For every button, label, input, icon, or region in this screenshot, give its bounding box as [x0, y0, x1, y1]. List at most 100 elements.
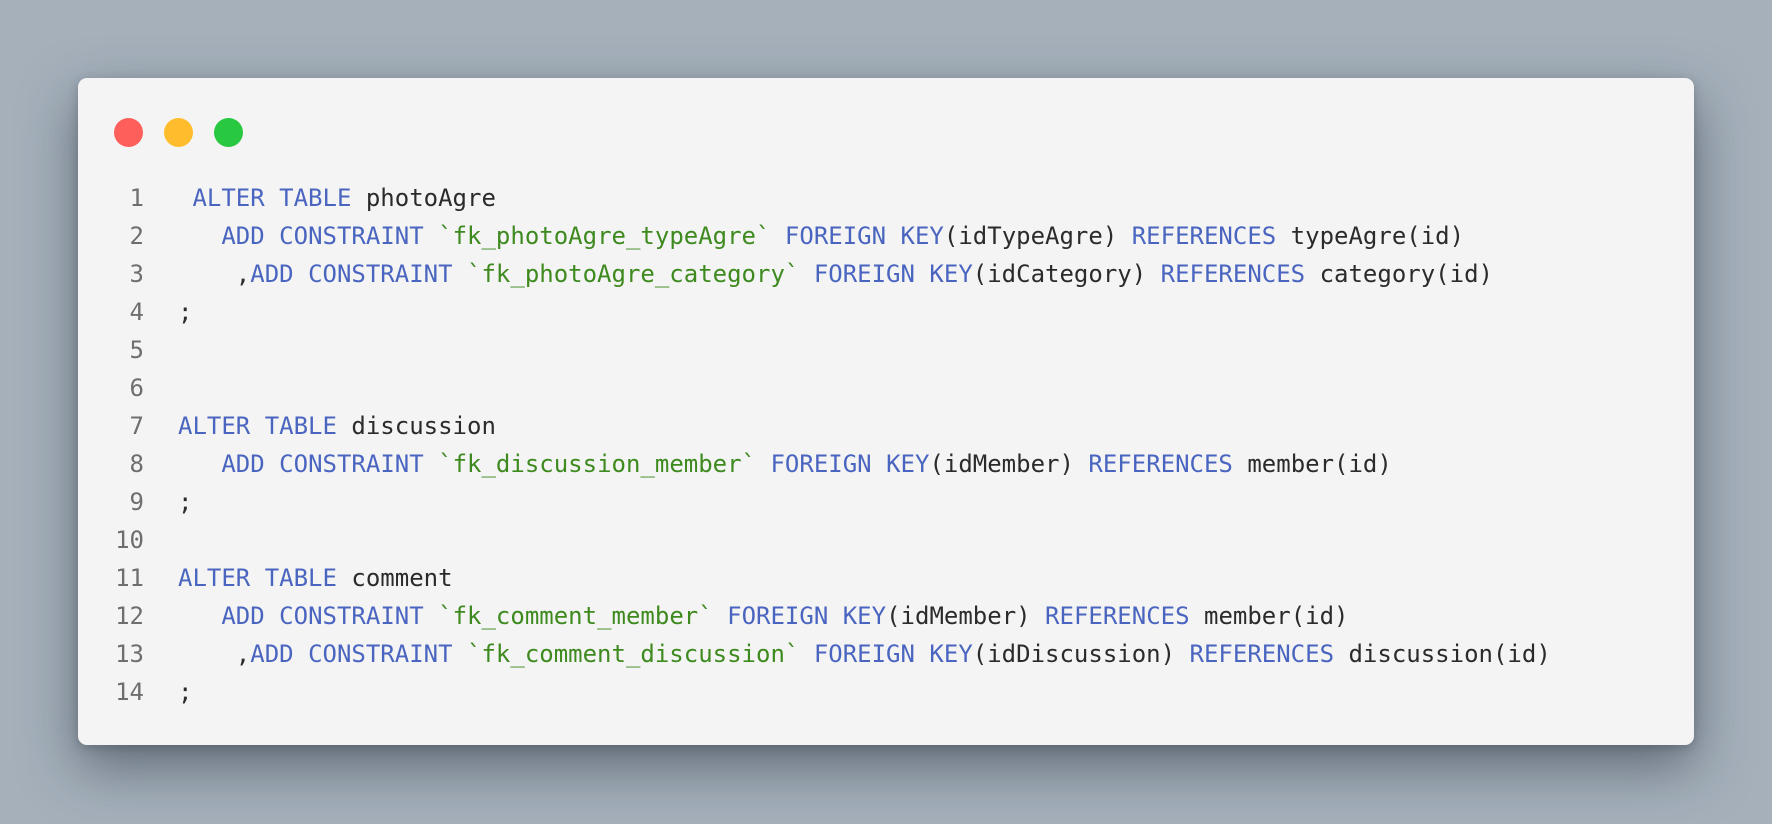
code-text: ALTER TABLE comment — [178, 559, 453, 597]
sql-keyword: KEY — [900, 222, 944, 250]
sql-identifier: (idTypeAgre) — [943, 222, 1132, 250]
code-line: 6 — [78, 369, 1694, 407]
code-text: ADD CONSTRAINT `fk_discussion_member` FO… — [178, 445, 1392, 483]
line-number: 5 — [129, 336, 144, 364]
sql-identifier — [713, 602, 727, 630]
sql-identifier: category(id) — [1305, 260, 1493, 288]
sql-identifier: , — [178, 640, 251, 668]
sql-keyword: KEY — [842, 602, 887, 630]
sql-keyword: REFERENCES — [1088, 450, 1233, 478]
code-line: 11 ALTER TABLE comment — [78, 559, 1694, 597]
sql-identifier: discussion — [336, 412, 496, 440]
code-line: 3 ,ADD CONSTRAINT `fk_photoAgre_category… — [78, 255, 1694, 293]
line-number: 13 — [115, 640, 144, 668]
sql-constraint-name: `fk_photoAgre_typeAgre` — [438, 222, 771, 250]
line-number: 9 — [129, 488, 144, 516]
sql-identifier — [265, 184, 279, 212]
code-text: ; — [178, 483, 192, 521]
sql-keyword: FOREIGN — [770, 450, 872, 478]
sql-identifier — [453, 260, 467, 288]
sql-identifier: discussion(id) — [1334, 640, 1551, 668]
line-number: 7 — [129, 412, 144, 440]
code-line: 7 ALTER TABLE discussion — [78, 407, 1694, 445]
line-number: 6 — [129, 374, 144, 402]
sql-keyword: CONSTRAINT — [279, 222, 424, 250]
sql-identifier: (idCategory) — [972, 260, 1161, 288]
code-line: 12 ADD CONSTRAINT `fk_comment_member` FO… — [78, 597, 1694, 635]
sql-keyword: CONSTRAINT — [308, 260, 453, 288]
code-line: 8 ADD CONSTRAINT `fk_discussion_member` … — [78, 445, 1694, 483]
code-line: 1 ALTER TABLE photoAgre — [78, 179, 1694, 217]
sql-identifier — [294, 640, 308, 668]
line-number: 4 — [129, 298, 144, 326]
sql-identifier: typeAgre(id) — [1276, 222, 1465, 250]
code-line: 5 — [78, 331, 1694, 369]
code-line: 2 ADD CONSTRAINT `fk_photoAgre_typeAgre`… — [78, 217, 1694, 255]
sql-identifier — [250, 412, 264, 440]
sql-constraint-name: `fk_comment_member` — [438, 602, 713, 630]
line-number: 14 — [115, 678, 144, 706]
code-text: ; — [178, 673, 192, 711]
maximize-dot-icon[interactable] — [214, 118, 243, 147]
sql-identifier — [178, 602, 221, 630]
sql-identifier: member(id) — [1232, 450, 1392, 478]
sql-keyword: ADD — [250, 640, 294, 668]
sql-identifier — [424, 602, 438, 630]
code-line: 14; — [78, 673, 1694, 711]
sql-identifier: ; — [178, 678, 193, 706]
sql-keyword: FOREIGN — [727, 602, 829, 630]
sql-keyword: FOREIGN — [784, 222, 887, 250]
code-line: 10 — [78, 521, 1694, 559]
sql-identifier — [770, 222, 784, 250]
sql-keyword: CONSTRAINT — [308, 640, 453, 668]
sql-identifier — [265, 602, 279, 630]
sql-identifier — [799, 260, 813, 288]
minimize-dot-icon[interactable] — [164, 118, 193, 147]
sql-keyword: KEY — [929, 640, 973, 668]
code-text: ADD CONSTRAINT `fk_comment_member` FOREI… — [178, 597, 1348, 635]
sql-keyword: REFERENCES — [1131, 222, 1277, 250]
code-line: 9; — [78, 483, 1694, 521]
sql-keyword: KEY — [886, 450, 930, 478]
sql-identifier — [799, 640, 813, 668]
sql-identifier — [915, 640, 929, 668]
sql-identifier — [828, 602, 842, 630]
sql-keyword: REFERENCES — [1045, 602, 1190, 630]
code-line: 4; — [78, 293, 1694, 331]
sql-constraint-name: `fk_comment_discussion` — [467, 640, 800, 668]
sql-identifier — [424, 450, 438, 478]
code-text: ,ADD CONSTRAINT `fk_photoAgre_category` … — [178, 255, 1493, 293]
code-text: ALTER TABLE discussion — [178, 407, 496, 445]
sql-keyword: TABLE — [279, 184, 352, 212]
sql-identifier — [265, 450, 279, 478]
sql-identifier — [915, 260, 929, 288]
sql-identifier — [178, 222, 221, 250]
sql-identifier: ; — [178, 488, 193, 516]
line-number: 2 — [129, 222, 144, 250]
line-number: 11 — [115, 564, 144, 592]
sql-keyword: ALTER — [192, 184, 265, 212]
sql-identifier: , — [178, 260, 251, 288]
line-number: 12 — [115, 602, 144, 630]
line-number: 3 — [129, 260, 144, 288]
sql-keyword: CONSTRAINT — [279, 450, 424, 478]
sql-identifier — [178, 450, 221, 478]
code-line: 13 ,ADD CONSTRAINT `fk_comment_discussio… — [78, 635, 1694, 673]
sql-identifier: (idDiscussion) — [972, 640, 1190, 668]
code-text: ; — [178, 293, 192, 331]
sql-keyword: TABLE — [264, 564, 337, 592]
code-window: 1 ALTER TABLE photoAgre 2 ADD CONSTRAINT … — [78, 78, 1694, 745]
sql-identifier — [886, 222, 900, 250]
code-text: ,ADD CONSTRAINT `fk_comment_discussion` … — [178, 635, 1551, 673]
sql-identifier — [453, 640, 467, 668]
sql-keyword: ADD — [221, 450, 265, 478]
sql-keyword: TABLE — [264, 412, 337, 440]
sql-identifier: (idMember) — [886, 602, 1046, 630]
line-number: 10 — [115, 526, 144, 554]
sql-identifier — [265, 222, 279, 250]
sql-identifier: ; — [178, 298, 193, 326]
sql-keyword: ADD — [250, 260, 294, 288]
sql-identifier — [872, 450, 886, 478]
close-dot-icon[interactable] — [114, 118, 143, 147]
sql-identifier — [250, 564, 264, 592]
